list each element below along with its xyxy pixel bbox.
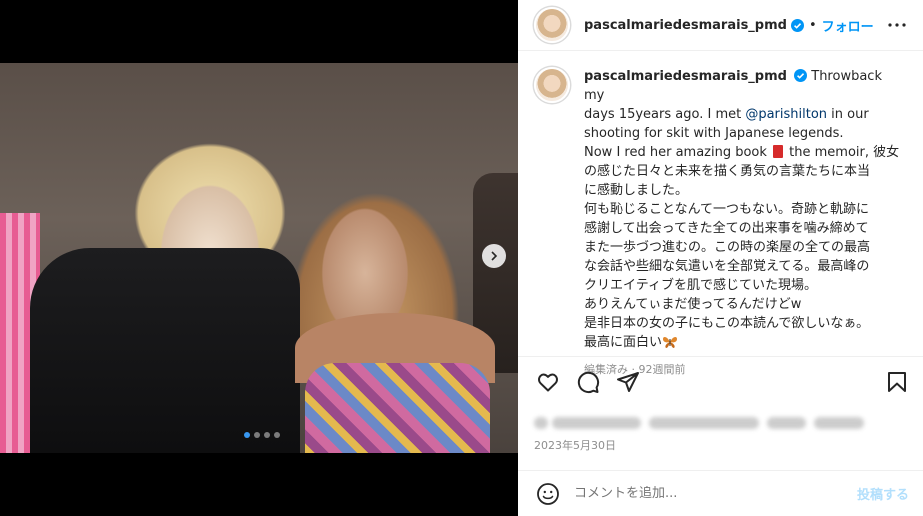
verified-icon <box>794 69 808 82</box>
butterfly-icon <box>663 337 678 348</box>
caption-line: Now I red her amazing book <box>584 145 772 160</box>
caption-line: 最高に面白い <box>584 335 663 350</box>
like-button[interactable] <box>536 370 560 394</box>
mention-link[interactable]: @parishilton <box>745 107 827 122</box>
more-icon <box>888 23 906 27</box>
post-side-panel: pascalmariedesmarais_pmd • フォロー pascalma… <box>518 0 923 516</box>
header-separator: • <box>808 17 817 33</box>
header-username[interactable]: pascalmariedesmarais_pmd <box>584 18 787 33</box>
caption-line: クリエイティブを肌で感じていた現場。 <box>584 278 817 293</box>
post-photo[interactable] <box>0 63 518 453</box>
redacted-block <box>814 417 864 429</box>
comment-button[interactable] <box>576 370 600 394</box>
caption-section: pascalmariedesmarais_pmd Throwback my da… <box>518 51 923 376</box>
carousel-dot <box>244 432 250 438</box>
avatar[interactable] <box>534 7 570 43</box>
redacted-block <box>649 417 759 429</box>
caption-line: の感じた日々と未来を描く勇気の言葉たちに本当 <box>584 164 871 179</box>
caption-line: shooting for skit with Japanese legends. <box>584 126 844 141</box>
post-header: pascalmariedesmarais_pmd • フォロー <box>518 0 923 51</box>
caption-line: また一歩づつ進むの。この時の楽屋の全ての最高 <box>584 240 871 255</box>
redacted-block <box>766 417 807 429</box>
carousel-indicator <box>244 432 280 438</box>
redacted-block <box>551 417 642 429</box>
media-panel <box>0 0 518 516</box>
redacted-block <box>534 417 548 429</box>
carousel-dot <box>264 432 270 438</box>
caption-username[interactable]: pascalmariedesmarais_pmd <box>584 69 787 84</box>
caption-line: に感動しました。 <box>584 183 689 198</box>
share-icon <box>617 372 639 392</box>
carousel-dot <box>254 432 260 438</box>
book-icon <box>773 145 784 158</box>
caption-line: in our <box>827 107 869 122</box>
likes-summary-redacted <box>534 412 864 434</box>
chevron-right-icon <box>491 251 498 261</box>
avatar[interactable] <box>534 67 570 103</box>
caption-line: 感謝して出会ってきた全ての出来事を噛み締めて <box>584 221 869 236</box>
photo-figure-left <box>30 248 300 453</box>
photo-dress <box>305 363 490 453</box>
post-comment-button[interactable]: 投稿する <box>857 484 909 503</box>
caption-line: the memoir, 彼女 <box>785 145 900 160</box>
caption-line: ありえんてぃまだ使ってるんだけどw <box>584 297 802 312</box>
bookmark-icon <box>888 372 906 392</box>
caption-line: 何も恥じることなんて一つもない。奇跡と軌跡に <box>584 202 869 217</box>
verified-icon <box>790 18 804 32</box>
caption-line: days 15years ago. I met <box>584 107 746 122</box>
caption-line: な会話や些細な気遣いを全部覚えてる。最高峰の <box>584 259 870 274</box>
caption-line: 是非日本の女の子にもこの本読んで欲しいなぁ。 <box>584 316 870 331</box>
comment-icon <box>577 371 600 394</box>
save-button[interactable] <box>885 370 909 394</box>
carousel-dot <box>274 432 280 438</box>
caption-text: pascalmariedesmarais_pmd Throwback my da… <box>584 67 906 376</box>
share-button[interactable] <box>616 370 640 394</box>
comment-input[interactable] <box>574 486 824 501</box>
emoji-icon[interactable] <box>536 482 560 506</box>
comment-bar: 投稿する <box>518 470 923 516</box>
post-date: 2023年5月30日 <box>534 439 616 452</box>
more-options-button[interactable] <box>885 13 909 37</box>
action-bar <box>518 356 923 407</box>
heart-icon <box>538 373 558 392</box>
carousel-next-button[interactable] <box>482 244 506 268</box>
follow-button[interactable]: フォロー <box>822 16 874 35</box>
